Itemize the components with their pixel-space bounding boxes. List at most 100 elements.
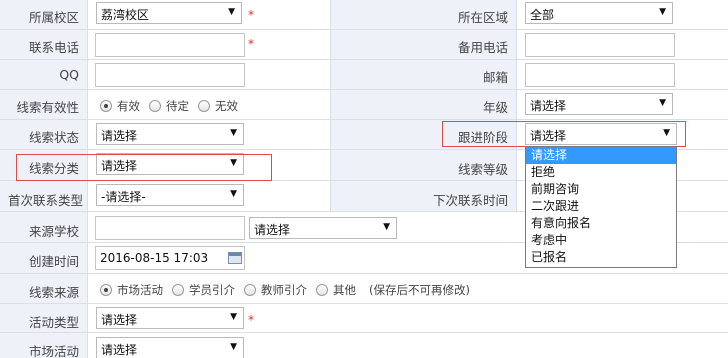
form-row-qq: QQ 邮箱 [0,60,728,90]
backup-phone-input[interactable] [525,33,675,57]
form-row-validity: 线索有效性 有效 待定 无效 年级 请选择 ▼ [0,90,728,120]
region-select-value: 全部 [530,8,555,22]
source-option-market[interactable]: 市场活动 [100,282,163,298]
source-option-other[interactable]: 其他 [316,282,356,298]
dropdown-option[interactable]: 前期咨询 [526,181,676,198]
radio-button[interactable] [172,284,184,296]
chevron-down-icon: ▼ [230,312,237,322]
region-label: 所在区域 [457,10,508,25]
validity-option-label: 无效 [215,99,238,113]
region-select[interactable]: 全部 ▼ [525,2,673,24]
first-contact-select[interactable]: -请选择- ▼ [96,184,244,206]
created-time-input[interactable]: 2016-08-15 17:03 [95,246,245,270]
first-contact-label-cell: 首次联系类型 [0,181,88,211]
chevron-down-icon: ▼ [230,342,237,352]
status-label: 线索状态 [28,130,79,145]
chevron-down-icon: ▼ [230,189,237,199]
market-activity-value-cell: 请选择 ▼ [88,333,728,358]
next-contact-label-cell: 下次联系时间 [330,181,517,211]
grade-label: 年级 [482,100,508,115]
source-school-label: 来源学校 [28,224,79,239]
phone-label-cell: 联系电话 [0,30,88,59]
validity-option-pending[interactable]: 待定 [149,98,189,114]
phone-value-cell: * [88,30,330,59]
radio-button[interactable] [149,100,161,112]
validity-option-invalid[interactable]: 无效 [198,98,238,114]
stage-highlight-box [442,121,686,147]
dropdown-option[interactable]: 已报名 [526,249,676,266]
chevron-down-icon: ▼ [228,7,235,17]
validity-value-cell: 有效 待定 无效 [88,90,330,119]
radio-button[interactable] [244,284,256,296]
campus-select[interactable]: 荔湾校区 ▼ [96,2,242,24]
dropdown-option[interactable]: 拒绝 [526,164,676,181]
source-option-label: 学员引介 [189,283,235,297]
backup-phone-label: 备用电话 [457,40,508,55]
first-contact-label: 首次联系类型 [7,193,83,208]
email-label-cell: 邮箱 [330,60,517,89]
required-marker: * [248,313,254,327]
radio-button[interactable] [316,284,328,296]
validity-option-valid[interactable]: 有效 [100,98,140,114]
radio-button[interactable] [100,284,112,296]
required-marker: * [248,37,254,51]
backup-phone-value-cell [517,30,728,59]
dropdown-option[interactable]: 二次跟进 [526,198,676,215]
activity-type-label: 活动类型 [28,315,79,330]
source-option-label: 市场活动 [117,283,163,297]
phone-input[interactable] [95,33,245,57]
market-activity-select[interactable]: 请选择 ▼ [96,337,244,358]
radio-button[interactable] [198,100,210,112]
source-school-label-cell: 来源学校 [0,212,88,242]
radio-button[interactable] [100,100,112,112]
source-radio-group: 市场活动 学员引介 教师引介 其他 (保存后不可再修改) [100,282,470,298]
level-label-cell: 线索等级 [330,150,517,180]
required-marker: * [248,8,254,22]
phone-label: 联系电话 [28,40,79,55]
stage-dropdown-list: 请选择 拒绝 前期咨询 二次跟进 有意向报名 考虑中 已报名 [525,146,677,268]
grade-select-value: 请选择 [530,99,567,113]
validity-label: 线索有效性 [16,100,79,115]
email-label: 邮箱 [482,70,508,85]
campus-select-value: 荔湾校区 [101,8,150,22]
created-time-label: 创建时间 [28,254,79,269]
dropdown-option[interactable]: 有意向报名 [526,215,676,232]
created-time-label-cell: 创建时间 [0,243,88,273]
activity-type-label-cell: 活动类型 [0,304,88,332]
level-label: 线索等级 [457,162,508,177]
grade-value-cell: 请选择 ▼ [517,90,728,119]
source-option-teacher[interactable]: 教师引介 [244,282,307,298]
source-option-student[interactable]: 学员引介 [172,282,235,298]
status-value-cell: 请选择 ▼ [88,120,330,149]
created-time-value: 2016-08-15 17:03 [100,251,209,265]
market-activity-select-value: 请选择 [101,343,138,357]
dropdown-option[interactable]: 考虑中 [526,232,676,249]
form-row-phone: 联系电话 * 备用电话 [0,30,728,60]
market-activity-label-cell: 市场活动 [0,333,88,358]
chevron-down-icon: ▼ [659,7,666,17]
source-option-label: 教师引介 [261,283,307,297]
status-label-cell: 线索状态 [0,120,88,149]
grade-select[interactable]: 请选择 ▼ [525,93,673,115]
qq-input[interactable] [95,63,245,87]
email-value-cell [517,60,728,89]
next-contact-label: 下次联系时间 [432,193,508,208]
form-row-campus: 所属校区 荔湾校区 ▼ * 所在区域 全部 ▼ [0,0,728,30]
validity-label-cell: 线索有效性 [0,90,88,119]
source-school-select-value: 请选择 [254,223,291,237]
form-row-market-activity: 市场活动 请选择 ▼ [0,333,728,358]
email-input[interactable] [525,63,675,87]
source-label: 线索来源 [28,285,79,300]
chevron-down-icon: ▼ [659,98,666,108]
validity-radio-group: 有效 待定 无效 [100,98,247,114]
chevron-down-icon: ▼ [383,222,390,232]
source-school-input[interactable] [95,216,245,240]
calendar-icon[interactable] [228,252,242,264]
source-note: (保存后不可再修改) [369,283,470,297]
form-row-source: 线索来源 市场活动 学员引介 教师引介 其他 (保存后不可再修改) [0,274,728,304]
source-school-select[interactable]: 请选择 ▼ [249,217,397,239]
activity-type-select[interactable]: 请选择 ▼ [96,307,244,329]
status-select[interactable]: 请选择 ▼ [96,123,244,145]
dropdown-option[interactable]: 请选择 [526,147,676,164]
status-select-value: 请选择 [101,129,138,143]
